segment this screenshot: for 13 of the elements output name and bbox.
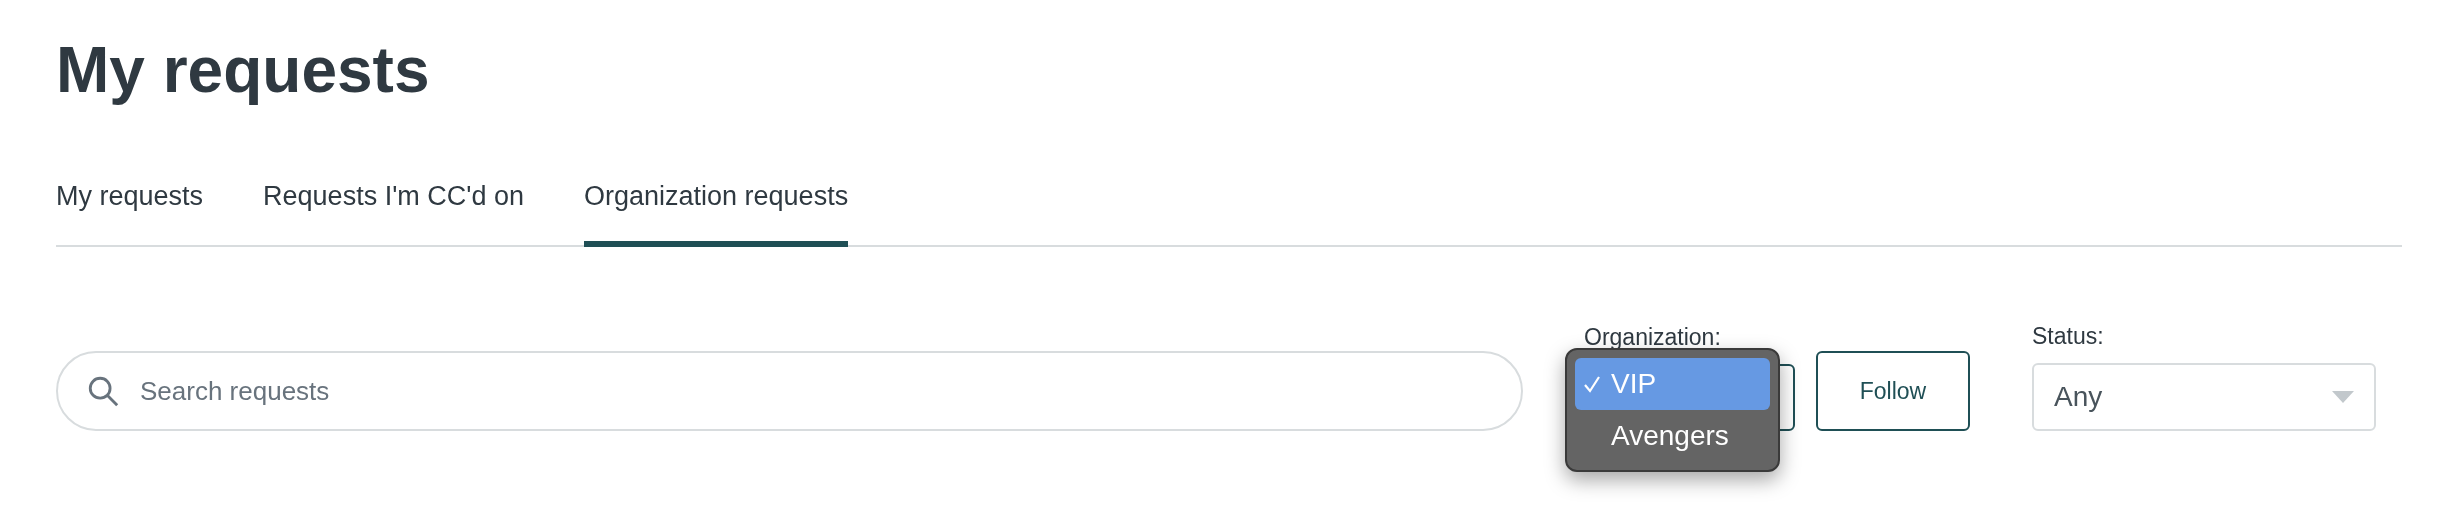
checkmark-icon <box>1583 374 1601 393</box>
status-label: Status: <box>2032 321 2105 351</box>
search-field[interactable]: Search requests <box>56 351 1523 431</box>
search-icon <box>86 374 120 408</box>
tab[interactable]: Organization requests <box>584 176 849 247</box>
tab[interactable]: Requests I'm CC'd on <box>263 176 524 247</box>
follow-button[interactable]: Follow <box>1816 351 1970 431</box>
organization-label: Organization: <box>1584 322 1722 352</box>
menu-option[interactable]: Avengers <box>1575 409 1770 462</box>
tab[interactable]: My requests <box>56 176 204 247</box>
page-title: My requests <box>56 33 431 108</box>
status-select[interactable]: Any <box>2032 363 2376 431</box>
caret-icon <box>2332 391 2354 403</box>
